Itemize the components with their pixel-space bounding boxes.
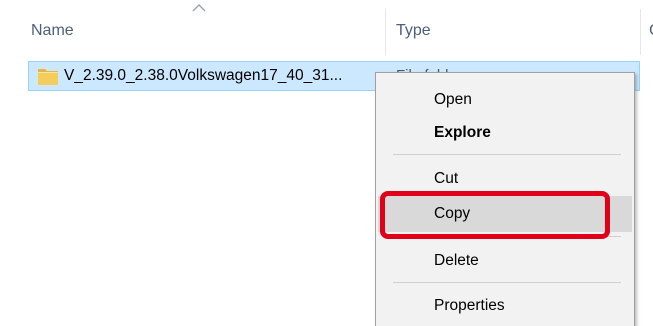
menu-item-explore-label: Explore bbox=[434, 124, 491, 141]
sort-ascending-icon bbox=[192, 4, 206, 12]
folder-icon bbox=[38, 69, 58, 85]
menu-item-open[interactable]: Open bbox=[378, 82, 632, 118]
menu-item-explore[interactable]: Explore bbox=[378, 115, 632, 151]
menu-item-cut-label: Cut bbox=[434, 170, 459, 187]
column-header-type-label: Type bbox=[396, 22, 431, 39]
menu-item-delete[interactable]: Delete bbox=[378, 243, 632, 279]
menu-item-open-label: Open bbox=[434, 91, 472, 108]
file-explorer-window: Name Type C V_2.39.0_2.38.0Volkswagen17_… bbox=[0, 0, 653, 326]
column-header-next[interactable]: C bbox=[641, 0, 653, 52]
copy-highlight-annotation bbox=[380, 191, 610, 239]
menu-separator bbox=[393, 282, 621, 283]
column-header-row: Name Type C bbox=[0, 0, 653, 55]
file-name: V_2.39.0_2.38.0Volkswagen17_40_31... bbox=[64, 67, 343, 84]
column-header-name-label: Name bbox=[31, 22, 74, 39]
menu-item-properties-label: Properties bbox=[434, 297, 505, 314]
menu-separator bbox=[393, 154, 621, 155]
menu-item-delete-label: Delete bbox=[434, 252, 479, 269]
column-header-next-label: C bbox=[649, 22, 653, 40]
menu-item-properties[interactable]: Properties bbox=[378, 288, 632, 324]
column-header-type[interactable]: Type bbox=[386, 0, 640, 52]
column-header-name[interactable]: Name bbox=[0, 0, 385, 52]
